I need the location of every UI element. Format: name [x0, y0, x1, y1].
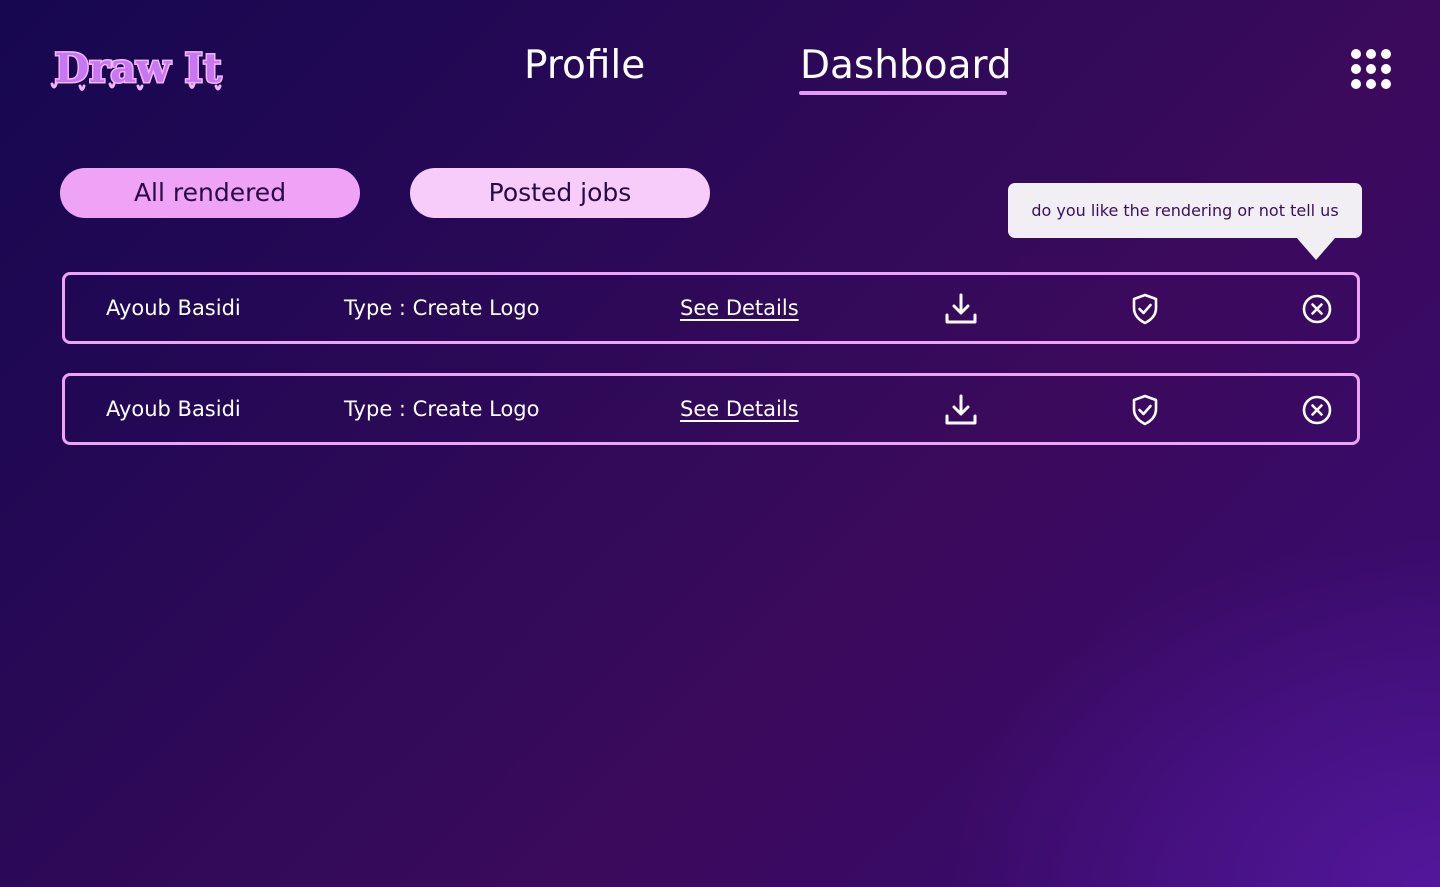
nav-active-underline	[799, 91, 1007, 95]
job-type: Type : Create Logo	[344, 296, 540, 320]
job-client-name: Ayoub Basidi	[106, 296, 241, 320]
download-button[interactable]	[943, 392, 979, 428]
nav-profile-link[interactable]: Profile	[524, 40, 645, 96]
download-icon	[945, 394, 977, 425]
shield-check-icon	[1132, 394, 1158, 426]
job-client-name: Ayoub Basidi	[106, 397, 241, 421]
reject-button[interactable]	[1299, 291, 1335, 327]
draw-it-logo[interactable]: Draw It	[40, 40, 236, 96]
job-row: Ayoub Basidi Type : Create Logo See Deta…	[62, 272, 1360, 344]
download-button[interactable]	[943, 291, 979, 327]
shield-check-icon	[1132, 293, 1158, 325]
tooltip-arrow	[1296, 237, 1336, 260]
all-rendered-tab[interactable]: All rendered	[60, 168, 360, 218]
job-type: Type : Create Logo	[344, 397, 540, 421]
see-details-link[interactable]: See Details	[680, 275, 799, 341]
close-circle-icon	[1302, 294, 1332, 324]
posted-jobs-tab[interactable]: Posted jobs	[410, 168, 710, 218]
approve-button[interactable]	[1127, 291, 1163, 327]
download-icon	[945, 293, 977, 324]
rendering-feedback-tooltip: do you like the rendering or not tell us	[1008, 183, 1362, 238]
logo-graphic: Draw It	[50, 44, 224, 94]
approve-button[interactable]	[1127, 392, 1163, 428]
job-row: Ayoub Basidi Type : Create Logo See Deta…	[62, 373, 1360, 445]
grid-menu-button[interactable]	[1350, 48, 1392, 90]
grid-menu-icon	[1351, 49, 1391, 89]
close-circle-icon	[1302, 395, 1332, 425]
see-details-link[interactable]: See Details	[680, 376, 799, 442]
nav-dashboard-link[interactable]: Dashboard	[800, 40, 1012, 96]
reject-button[interactable]	[1299, 392, 1335, 428]
